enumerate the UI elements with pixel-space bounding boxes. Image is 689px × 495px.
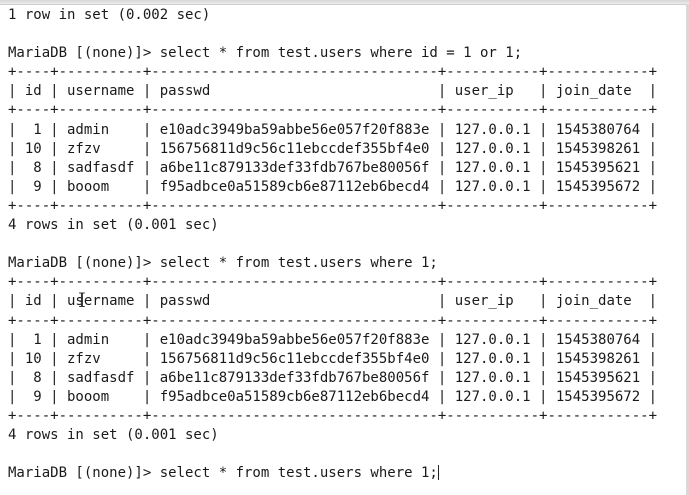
line-text: | 8 | sadfasdf | a6be11c879133def33fdb76… [8,369,658,386]
table-header-row: | id | username | passwd | user_ip | joi… [8,82,669,101]
result-summary-line: 4 rows in set (0.001 sec) [8,426,669,445]
result-summary-line: 1 row in set (0.002 sec) [8,6,669,25]
table-row: | 8 | sadfasdf | a6be11c879133def33fdb76… [8,369,669,388]
ibeam-cursor-icon: I [78,288,86,312]
table-row: | 1 | admin | e10adc3949ba59abbe56e057f2… [8,121,669,140]
line-text: | 9 | booom | f95adbce0a51589cb6e87112eb… [8,388,658,405]
blank-line [8,235,669,254]
terminal-output[interactable]: 1 row in set (0.002 sec) MariaDB [(none)]… [8,6,669,483]
table-row: | 1 | admin | e10adc3949ba59abbe56e057f2… [8,331,669,350]
line-text: | 10 | zfzv | 156756811d9c56c11ebccdef35… [8,140,658,157]
text-cursor [437,465,439,481]
line-text: | 8 | sadfasdf | a6be11c879133def33fdb76… [8,159,658,176]
prompt-line: MariaDB [(none)]> select * from test.use… [8,44,669,63]
line-text: | id | username | passwd | user_ip | joi… [8,293,658,310]
line-text: +----+----------+-----------------------… [8,274,658,291]
table-row: | 9 | booom | f95adbce0a51589cb6e87112eb… [8,178,669,197]
line-text: 4 rows in set (0.001 sec) [8,427,219,444]
table-row: | 9 | booom | f95adbce0a51589cb6e87112eb… [8,388,669,407]
line-text: | 1 | admin | e10adc3949ba59abbe56e057f2… [8,121,658,138]
line-text: 4 rows in set (0.001 sec) [8,217,219,234]
line-text: +----+----------+-----------------------… [8,64,658,81]
line-text: | 9 | booom | f95adbce0a51589cb6e87112eb… [8,178,658,195]
blank-line [8,445,669,464]
window-top-edge [0,0,689,5]
line-text: | id | username | passwd | user_ip | joi… [8,83,658,100]
table-row: | 10 | zfzv | 156756811d9c56c11ebccdef35… [8,140,669,159]
table-header-row: | id | username | passwd | user_ip | joi… [8,292,669,311]
line-text: +----+----------+-----------------------… [8,312,658,329]
terminal-window[interactable]: 1 row in set (0.002 sec) MariaDB [(none)]… [0,0,689,495]
table-border-line: +----+----------+-----------------------… [8,63,669,82]
line-text: MariaDB [(none)]> select * from test.use… [8,45,523,62]
line-text: MariaDB [(none)]> select * from test.use… [8,465,438,482]
table-row: | 10 | zfzv | 156756811d9c56c11ebccdef35… [8,350,669,369]
table-row: | 8 | sadfasdf | a6be11c879133def33fdb76… [8,159,669,178]
blank-line [8,25,669,44]
table-border-line: +----+----------+-----------------------… [8,197,669,216]
line-text: +----+----------+-----------------------… [8,197,658,214]
line-text: | 10 | zfzv | 156756811d9c56c11ebccdef35… [8,350,658,367]
prompt-line: MariaDB [(none)]> select * from test.use… [8,464,669,483]
table-border-line: +----+----------+-----------------------… [8,101,669,120]
result-summary-line: 4 rows in set (0.001 sec) [8,216,669,235]
line-text: +----+----------+-----------------------… [8,407,658,424]
line-text: +----+----------+-----------------------… [8,102,658,119]
table-border-line: +----+----------+-----------------------… [8,407,669,426]
prompt-line: MariaDB [(none)]> select * from test.use… [8,254,669,273]
line-text: MariaDB [(none)]> select * from test.use… [8,255,438,272]
table-border-line: +----+----------+-----------------------… [8,273,669,292]
line-text: 1 row in set (0.002 sec) [8,7,211,23]
table-border-line: +----+----------+-----------------------… [8,312,669,331]
line-text: | 1 | admin | e10adc3949ba59abbe56e057f2… [8,331,658,348]
